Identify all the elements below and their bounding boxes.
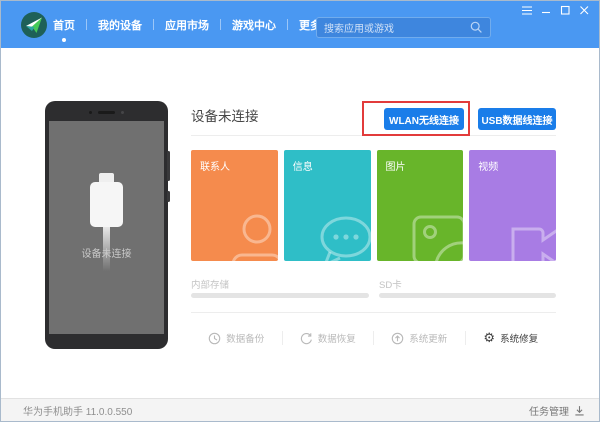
tile-contacts[interactable]: 联系人 [191, 150, 278, 261]
speaker-slot [98, 111, 115, 114]
device-screen: 设备未连接 [49, 121, 164, 334]
internal-storage-label: 内部存储 [191, 280, 230, 291]
action-label: 数据恢复 [317, 334, 356, 345]
sd-card-bar [379, 293, 556, 298]
nav-item-label: 首页 [53, 19, 75, 32]
internal-storage-bar [191, 293, 369, 298]
search-icon[interactable] [470, 21, 483, 34]
action-data-restore[interactable]: 数据恢复 [283, 331, 374, 345]
close-button[interactable] [578, 5, 590, 16]
task-manager-label: 任务管理 [529, 406, 569, 418]
app-version-text: 华为手机助手 11.0.0.550 [23, 406, 133, 418]
nav-item-home[interactable]: 首页 [51, 1, 77, 48]
tile-label: 信息 [292, 162, 313, 173]
title-bar: 首页 我的设备 应用市场 游戏中心 更多服务 搜索应用或游戏 [1, 1, 599, 48]
volume-button [167, 151, 170, 181]
tile-messages[interactable]: 信息 [283, 150, 371, 261]
device-status-text: 设备未连接 [81, 249, 132, 260]
action-system-repair[interactable]: ⚙ 系统修复 [466, 330, 557, 346]
action-data-backup[interactable]: 数据备份 [191, 331, 282, 345]
video-camera-icon [511, 227, 556, 261]
status-bar: 华为手机助手 11.0.0.550 任务管理 [1, 398, 599, 421]
main-nav: 首页 我的设备 应用市场 游戏中心 更多服务 [51, 1, 355, 48]
nav-separator [153, 19, 154, 30]
app-logo-icon [21, 12, 47, 38]
tile-label: 图片 [385, 162, 406, 173]
device-illustration: 设备未连接 [45, 101, 170, 349]
wlan-connect-button[interactable]: WLAN无线连接 [384, 108, 464, 130]
tile-pictures[interactable]: 图片 [376, 150, 464, 261]
nav-separator [86, 19, 87, 30]
action-label: 系统修复 [500, 334, 539, 345]
pictures-icon [412, 215, 464, 261]
restore-arrow-icon [300, 332, 312, 344]
search-placeholder: 搜索应用或游戏 [324, 24, 394, 35]
minimize-button[interactable] [540, 5, 552, 16]
tile-videos[interactable]: 视频 [469, 150, 556, 261]
window-controls [521, 5, 590, 16]
nav-item-app-market[interactable]: 应用市场 [163, 1, 211, 48]
nav-item-label: 应用市场 [165, 19, 209, 32]
divider [191, 135, 556, 136]
maximize-button[interactable] [559, 5, 571, 16]
nav-item-label: 我的设备 [98, 19, 142, 32]
category-tiles: 联系人 信息 图片 视频 [191, 150, 556, 261]
active-page-dot [62, 38, 66, 42]
message-icon [320, 216, 371, 261]
usb-plug-body [90, 182, 123, 227]
nav-item-label: 游戏中心 [232, 19, 276, 32]
sensor-dot [121, 111, 124, 114]
search-box[interactable]: 搜索应用或游戏 [316, 17, 491, 38]
page-title: 设备未连接 [191, 109, 259, 124]
gear-icon: ⚙ [483, 330, 496, 346]
front-camera-dot [89, 111, 92, 114]
nav-separator [220, 19, 221, 30]
nav-item-game-center[interactable]: 游戏中心 [230, 1, 278, 48]
nav-separator [287, 19, 288, 30]
app-window: 首页 我的设备 应用市场 游戏中心 更多服务 搜索应用或游戏 [0, 0, 600, 422]
update-arrow-icon [391, 332, 404, 344]
action-row: 数据备份 数据恢复 系统更新 ⚙ 系统修复 [191, 325, 556, 351]
backup-clock-icon [208, 332, 221, 344]
action-system-update[interactable]: 系统更新 [374, 331, 465, 345]
power-button [167, 191, 170, 202]
usb-connect-button[interactable]: USB数据线连接 [478, 108, 556, 130]
tile-label: 视频 [478, 162, 499, 173]
divider [191, 312, 556, 313]
sd-card-label: SD卡 [379, 280, 402, 291]
action-label: 数据备份 [226, 334, 265, 345]
task-manager-link[interactable]: 任务管理 [529, 403, 585, 418]
tile-label: 联系人 [200, 162, 230, 173]
contacts-icon [231, 214, 278, 261]
action-label: 系统更新 [409, 334, 448, 345]
download-icon [575, 405, 584, 415]
nav-item-my-device[interactable]: 我的设备 [96, 1, 144, 48]
menu-icon[interactable] [521, 5, 533, 16]
